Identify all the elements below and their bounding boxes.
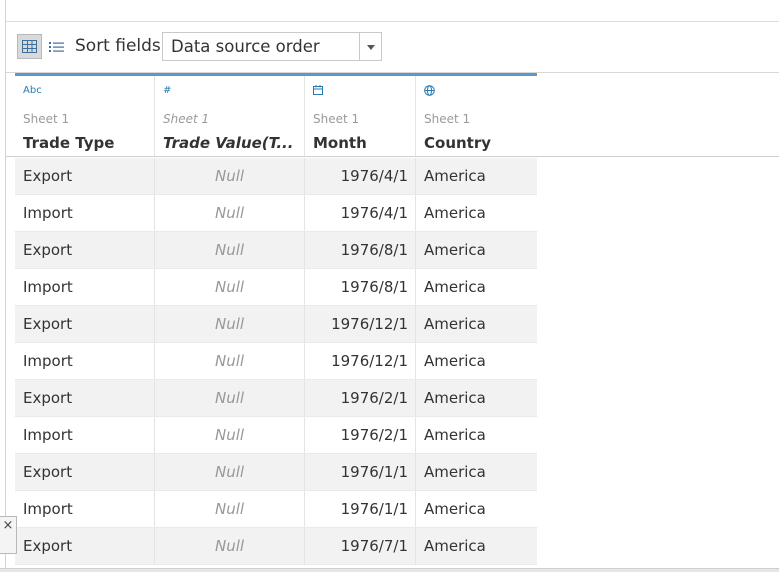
- cell-trade-type[interactable]: Import: [15, 417, 155, 453]
- column-field-name: Trade Value(T...: [163, 134, 294, 152]
- column-sheet-label: Sheet 1: [23, 112, 70, 126]
- cell-trade-value[interactable]: Null: [155, 417, 305, 453]
- column-sheet-label: Sheet 1: [313, 112, 360, 126]
- sort-fields-dropdown[interactable]: Data source order: [162, 32, 382, 61]
- grid-view-button[interactable]: [17, 34, 42, 59]
- data-source-grid-view: { "toolbar": { "sort_label": "Sort field…: [0, 0, 779, 572]
- cell-trade-type[interactable]: Import: [15, 195, 155, 231]
- table-row: Import Null 1976/1/1 America: [15, 491, 537, 528]
- cell-country[interactable]: America: [416, 417, 537, 453]
- cell-country[interactable]: America: [416, 195, 537, 231]
- list-view-button[interactable]: [44, 34, 69, 59]
- column-header-trade-type[interactable]: Abc Sheet 1 Trade Type: [15, 76, 155, 157]
- cell-month[interactable]: 1976/2/1: [305, 380, 416, 416]
- cell-trade-value[interactable]: Null: [155, 454, 305, 490]
- cell-month[interactable]: 1976/12/1: [305, 306, 416, 342]
- cell-country[interactable]: America: [416, 343, 537, 379]
- table-row: Export Null 1976/8/1 America: [15, 232, 537, 269]
- cell-trade-value[interactable]: Null: [155, 306, 305, 342]
- cell-country[interactable]: America: [416, 380, 537, 416]
- cell-trade-type[interactable]: Export: [15, 528, 155, 564]
- column-sheet-label: Sheet 1: [163, 112, 210, 126]
- column-header-country[interactable]: Sheet 1 Country: [416, 76, 537, 157]
- cell-month[interactable]: 1976/4/1: [305, 158, 416, 194]
- number-type-icon[interactable]: #: [163, 85, 171, 96]
- column-field-name: Month: [313, 134, 367, 152]
- table-row: Export Null 1976/7/1 America: [15, 528, 537, 565]
- date-type-icon[interactable]: [313, 85, 323, 98]
- cell-trade-type[interactable]: Export: [15, 380, 155, 416]
- sort-fields-label: Sort fields: [75, 36, 161, 56]
- cell-trade-type[interactable]: Export: [15, 454, 155, 490]
- cell-country[interactable]: America: [416, 454, 537, 490]
- globe-icon: [424, 85, 435, 96]
- cell-month[interactable]: 1976/7/1: [305, 528, 416, 564]
- cell-month[interactable]: 1976/12/1: [305, 343, 416, 379]
- table-row: Import Null 1976/8/1 America: [15, 269, 537, 306]
- header-divider: [6, 156, 779, 157]
- cell-country[interactable]: America: [416, 158, 537, 194]
- string-type-icon[interactable]: Abc: [23, 85, 42, 96]
- cell-trade-value[interactable]: Null: [155, 195, 305, 231]
- top-band: [6, 0, 779, 22]
- cell-trade-type[interactable]: Import: [15, 269, 155, 305]
- cell-country[interactable]: America: [416, 491, 537, 527]
- cell-trade-value[interactable]: Null: [155, 380, 305, 416]
- geographic-type-icon[interactable]: [424, 85, 435, 99]
- calendar-icon: [313, 85, 323, 95]
- cell-month[interactable]: 1976/1/1: [305, 454, 416, 490]
- bottom-scrollbar[interactable]: [0, 568, 779, 572]
- grid-toolbar: Sort fields Data source order: [6, 22, 779, 73]
- cell-trade-value[interactable]: Null: [155, 158, 305, 194]
- cell-trade-type[interactable]: Export: [15, 158, 155, 194]
- column-header-trade-value[interactable]: # Sheet 1 Trade Value(T...: [155, 76, 305, 157]
- dropdown-divider: [359, 33, 360, 60]
- cell-month[interactable]: 1976/4/1: [305, 195, 416, 231]
- table-row: Export Null 1976/4/1 America: [15, 158, 537, 195]
- table-row: Export Null 1976/12/1 America: [15, 306, 537, 343]
- cell-month[interactable]: 1976/8/1: [305, 232, 416, 268]
- table-row: Export Null 1976/2/1 America: [15, 380, 537, 417]
- cell-country[interactable]: America: [416, 306, 537, 342]
- column-header-month[interactable]: Sheet 1 Month: [305, 76, 416, 157]
- cell-country[interactable]: America: [416, 528, 537, 564]
- cell-country[interactable]: America: [416, 232, 537, 268]
- table-row: Import Null 1976/2/1 America: [15, 417, 537, 454]
- list-icon: [49, 41, 64, 52]
- sort-fields-value: Data source order: [171, 37, 320, 56]
- cell-trade-value[interactable]: Null: [155, 343, 305, 379]
- cell-trade-type[interactable]: Export: [15, 232, 155, 268]
- table-row: Import Null 1976/4/1 America: [15, 195, 537, 232]
- cell-trade-value[interactable]: Null: [155, 269, 305, 305]
- cell-trade-value[interactable]: Null: [155, 528, 305, 564]
- cell-trade-type[interactable]: Import: [15, 343, 155, 379]
- chevron-down-icon: [367, 45, 375, 50]
- cell-month[interactable]: 1976/1/1: [305, 491, 416, 527]
- column-field-name: Trade Type: [23, 134, 115, 152]
- data-rows: Export Null 1976/4/1 America Import Null 1976/…: [15, 158, 537, 565]
- cell-trade-value[interactable]: Null: [155, 232, 305, 268]
- column-field-name: Country: [424, 134, 492, 152]
- column-sheet-label: Sheet 1: [424, 112, 471, 126]
- table-header: Abc Sheet 1 Trade Type # Sheet 1 Trade V…: [15, 73, 537, 157]
- cell-month[interactable]: 1976/2/1: [305, 417, 416, 453]
- left-panel-edge: [0, 0, 6, 568]
- cell-trade-type[interactable]: Export: [15, 306, 155, 342]
- cell-trade-value[interactable]: Null: [155, 491, 305, 527]
- cell-country[interactable]: America: [416, 269, 537, 305]
- grid-icon: [22, 40, 37, 53]
- cell-month[interactable]: 1976/8/1: [305, 269, 416, 305]
- table-row: Export Null 1976/1/1 America: [15, 454, 537, 491]
- close-icon[interactable]: ×: [0, 516, 17, 554]
- cell-trade-type[interactable]: Import: [15, 491, 155, 527]
- table-row: Import Null 1976/12/1 America: [15, 343, 537, 380]
